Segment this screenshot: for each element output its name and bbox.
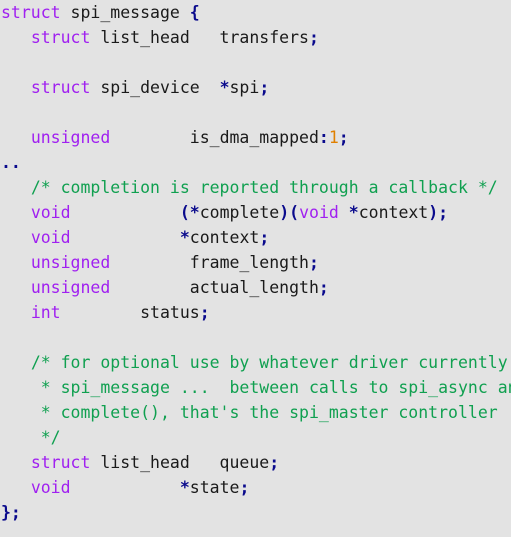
code-token-plain: list_head transfers [90,28,309,47]
code-token-comment: * complete(), that's the spi_master cont… [40,403,508,422]
code-token-punct: (* [179,203,200,222]
code-line: struct spi_message { [0,0,511,25]
code-token-plain: context [189,228,260,247]
code-line: /* completion is reported through a call… [0,175,511,200]
code-token-punct: ; [318,278,329,297]
code-token-punct: ; [259,228,270,247]
code-token-keyword: void [30,203,71,222]
code-line: void *context; [0,225,511,250]
code-token-plain: state [189,478,240,497]
code-token-punct: * [348,203,359,222]
code-token-punct: * [179,478,190,497]
code-line: unsigned frame_length; [0,250,511,275]
code-line: }; [0,500,511,525]
code-token-keyword: void [30,478,71,497]
code-line: struct spi_device *spi; [0,75,511,100]
code-line: struct list_head queue; [0,450,511,475]
code-token-keyword: struct [1,3,61,22]
code-token-punct: * [179,228,190,247]
code-line: /* for optional use by whatever driver c… [0,350,511,375]
code-token-keyword: struct [30,78,91,97]
code-token-keyword: unsigned [30,128,111,147]
code-token-punct: ; [308,28,319,47]
code-line: void (*complete)(void *context); [0,200,511,225]
code-token-number: 1 [328,128,339,147]
code-token-punct: ; [308,253,319,272]
code-line: unsigned is_dma_mapped:1; [0,125,511,150]
code-line: */ [0,425,511,450]
code-token-keyword: struct [30,28,91,47]
code-token-punct: ; [269,453,280,472]
code-token-plain: spi_message [60,3,190,22]
code-line: void *state; [0,475,511,500]
code-token-plain: spi [229,78,260,97]
code-token-comment: /* completion is reported through a call… [30,178,498,197]
code-token-keyword: struct [30,453,91,472]
code-line: * spi_message ... between calls to spi_a… [0,375,511,400]
code-listing: struct spi_message { struct list_head tr… [0,0,511,537]
code-token-plain: status [60,303,200,322]
code-token-keyword: void [30,228,71,247]
code-token-comment: /* for optional use by whatever driver c… [30,353,508,372]
code-token-plain: context [358,203,429,222]
code-token-keyword: int [30,303,61,322]
code-line: unsigned actual_length; [0,275,511,300]
code-token-comment: * spi_message ... between calls to spi_a… [40,378,511,397]
code-line: .. [0,150,511,175]
code-token-comment: */ [40,428,61,447]
code-token-ellipsis: .. [1,153,21,172]
code-token-plain: is_dma_mapped [110,128,319,147]
code-line: struct list_head transfers; [0,25,511,50]
code-token-plain: actual_length [110,278,319,297]
code-token-punct: )( [279,203,300,222]
code-token-punct: }; [1,503,21,522]
code-token-plain: frame_length [110,253,309,272]
code-token-punct: * [219,78,230,97]
code-token-punct: ; [259,78,270,97]
code-token-keyword: void [299,203,339,222]
code-line: * complete(), that's the spi_master cont… [0,400,511,425]
code-token-punct: ); [428,203,449,222]
code-token-punct: ; [199,303,210,322]
code-token-keyword: unsigned [30,278,111,297]
code-token-punct: { [189,3,200,22]
code-token-punct: : [318,128,329,147]
code-line: int status; [0,300,511,325]
code-token-punct: ; [239,478,250,497]
code-token-plain: complete [199,203,280,222]
code-token-punct: ; [338,128,349,147]
code-token-plain: list_head queue [90,453,270,472]
code-token-plain: spi_device [90,78,220,97]
code-token-keyword: unsigned [30,253,111,272]
